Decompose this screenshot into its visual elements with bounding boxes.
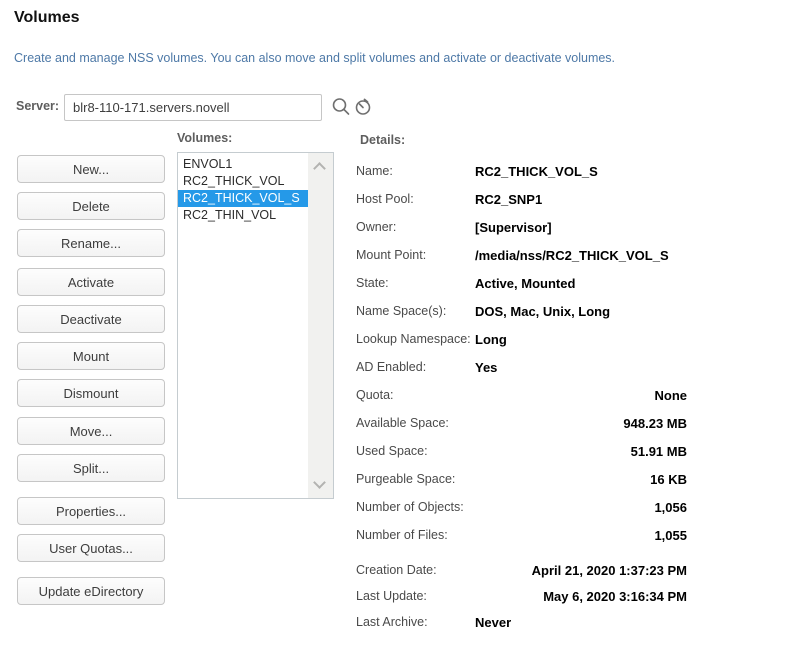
server-input[interactable] <box>64 94 322 121</box>
detail-row-used-space: Used Space: 51.91 MB <box>356 437 687 465</box>
dismount-button[interactable]: Dismount <box>17 379 165 407</box>
volume-item-rc2-thin-vol[interactable]: RC2_THIN_VOL <box>178 207 308 224</box>
move-button[interactable]: Move... <box>17 417 165 445</box>
server-label: Server: <box>16 99 59 113</box>
detail-row-owner: Owner: [Supervisor] <box>356 213 687 241</box>
action-button-column: New... Delete Rename... Activate Deactiv… <box>17 155 165 614</box>
detail-row-number-of-files: Number of Files: 1,055 <box>356 521 687 549</box>
mount-button[interactable]: Mount <box>17 342 165 370</box>
search-icon[interactable] <box>330 96 352 118</box>
new-button[interactable]: New... <box>17 155 165 183</box>
volumes-listbox: ENVOL1 RC2_THICK_VOL RC2_THICK_VOL_S RC2… <box>177 152 334 499</box>
detail-row-creation-date: Creation Date: April 21, 2020 1:37:23 PM <box>356 557 687 583</box>
delete-button[interactable]: Delete <box>17 192 165 220</box>
scroll-down-icon[interactable] <box>313 476 326 489</box>
volume-item-rc2-thick-vol-s[interactable]: RC2_THICK_VOL_S <box>178 190 308 207</box>
volume-item-envol1[interactable]: ENVOL1 <box>178 156 308 173</box>
volume-item-rc2-thick-vol[interactable]: RC2_THICK_VOL <box>178 173 308 190</box>
detail-row-last-archive: Last Archive: Never <box>356 609 687 635</box>
activate-button[interactable]: Activate <box>17 268 165 296</box>
details-panel: Name: RC2_THICK_VOL_S Host Pool: RC2_SNP… <box>356 157 687 635</box>
scroll-up-icon[interactable] <box>313 162 326 175</box>
details-section-spacer <box>356 549 687 557</box>
split-button[interactable]: Split... <box>17 454 165 482</box>
properties-button[interactable]: Properties... <box>17 497 165 525</box>
detail-row-last-update: Last Update: May 6, 2020 3:16:34 PM <box>356 583 687 609</box>
detail-row-ad-enabled: AD Enabled: Yes <box>356 353 687 381</box>
volumes-list-label: Volumes: <box>177 131 232 145</box>
detail-row-name: Name: RC2_THICK_VOL_S <box>356 157 687 185</box>
detail-row-number-of-objects: Number of Objects: 1,056 <box>356 493 687 521</box>
details-label: Details: <box>360 133 405 147</box>
page-description: Create and manage NSS volumes. You can a… <box>14 51 615 65</box>
volumes-list-items: ENVOL1 RC2_THICK_VOL RC2_THICK_VOL_S RC2… <box>178 153 308 498</box>
update-edirectory-button[interactable]: Update eDirectory <box>17 577 165 605</box>
detail-row-name-spaces: Name Space(s): DOS, Mac, Unix, Long <box>356 297 687 325</box>
listbox-scrollbar[interactable] <box>308 153 333 498</box>
detail-row-lookup-namespace: Lookup Namespace: Long <box>356 325 687 353</box>
detail-row-quota: Quota: None <box>356 381 687 409</box>
detail-row-available-space: Available Space: 948.23 MB <box>356 409 687 437</box>
detail-row-mount-point: Mount Point: /media/nss/RC2_THICK_VOL_S <box>356 241 687 269</box>
detail-row-purgeable-space: Purgeable Space: 16 KB <box>356 465 687 493</box>
deactivate-button[interactable]: Deactivate <box>17 305 165 333</box>
rename-button[interactable]: Rename... <box>17 229 165 257</box>
detail-row-state: State: Active, Mounted <box>356 269 687 297</box>
detail-row-host-pool: Host Pool: RC2_SNP1 <box>356 185 687 213</box>
history-icon[interactable] <box>352 96 374 118</box>
page-title: Volumes <box>14 9 80 27</box>
user-quotas-button[interactable]: User Quotas... <box>17 534 165 562</box>
